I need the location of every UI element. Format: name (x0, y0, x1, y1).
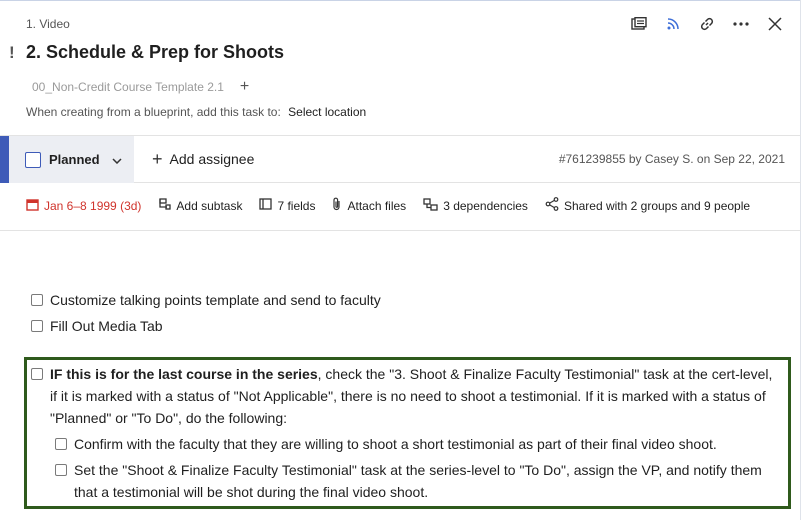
status-checkbox[interactable] (25, 151, 41, 168)
actions-row: Jan 6–8 1999 (3d) Add subtask 7 fields A… (26, 197, 750, 214)
fields-icon (259, 198, 273, 213)
status-dropdown[interactable]: Planned (9, 136, 134, 183)
add-subtask-label: Add subtask (176, 198, 243, 213)
fields-label: 7 fields (277, 198, 316, 213)
status-label: Planned (49, 152, 100, 167)
select-location-link[interactable]: Select location (288, 105, 366, 119)
sub-checklist-item: Confirm with the faculty that they are w… (55, 433, 778, 455)
plus-icon: + (152, 149, 163, 169)
subtask-icon (158, 197, 172, 214)
dependencies-icon (423, 197, 438, 214)
checklist-text[interactable]: Set the "Shoot & Finalize Faculty Testim… (74, 459, 778, 503)
checklist-item-conditional: IF this is for the last course in the se… (31, 363, 774, 429)
share-button[interactable]: Shared with 2 groups and 9 people (545, 197, 750, 214)
checklist-item: Customize talking points template and se… (31, 289, 381, 311)
checklist-checkbox[interactable] (55, 438, 67, 450)
header-toolbar (629, 14, 785, 34)
more-icon[interactable] (731, 14, 751, 34)
calendar-icon (26, 198, 39, 214)
status-accent (0, 136, 9, 183)
top-border (0, 0, 801, 1)
date-button[interactable]: Jan 6–8 1999 (3d) (26, 198, 141, 214)
creating-label: When creating from a blueprint, add this… (26, 105, 281, 119)
add-blueprint-button[interactable]: + (240, 79, 249, 95)
attach-files-button[interactable]: Attach files (332, 197, 406, 214)
importance-marker[interactable]: ! (9, 43, 15, 63)
dependencies-button[interactable]: 3 dependencies (423, 197, 528, 214)
checklist-checkbox[interactable] (31, 294, 43, 306)
checklist-text[interactable]: Fill Out Media Tab (50, 315, 163, 337)
add-assignee-label: Add assignee (169, 151, 255, 167)
widget-icon[interactable] (629, 14, 649, 34)
checklist-text[interactable]: Confirm with the faculty that they are w… (74, 433, 778, 455)
link-icon[interactable] (697, 14, 717, 34)
add-subtask-button[interactable]: Add subtask (158, 197, 243, 214)
status-bar: Planned + Add assignee #761239855 by Cas… (0, 135, 801, 183)
date-label: Jan 6–8 1999 (3d) (44, 198, 142, 213)
breadcrumb[interactable]: 1. Video (26, 17, 70, 31)
share-icon (545, 197, 559, 214)
close-icon[interactable] (765, 14, 785, 34)
task-meta: #761239855 by Casey S. on Sep 22, 2021 (558, 152, 785, 166)
blueprint-row: 00_Non-Credit Course Template 2.1 + (26, 78, 249, 96)
shared-label: Shared with 2 groups and 9 people (563, 198, 751, 213)
paperclip-icon (332, 197, 342, 214)
fields-button[interactable]: 7 fields (259, 198, 315, 213)
checklist-text[interactable]: Customize talking points template and se… (50, 289, 381, 311)
checklist-checkbox[interactable] (31, 368, 43, 380)
blueprint-tag[interactable]: 00_Non-Credit Course Template 2.1 (26, 78, 230, 96)
checklist-checkbox[interactable] (31, 320, 43, 332)
section-divider (0, 230, 801, 231)
page-title[interactable]: 2. Schedule & Prep for Shoots (26, 42, 284, 63)
dependencies-label: 3 dependencies (443, 198, 528, 213)
checklist-text[interactable]: IF this is for the last course in the se… (50, 363, 774, 429)
checklist-checkbox[interactable] (55, 464, 67, 476)
chevron-down-icon (112, 153, 122, 167)
checklist-item: Fill Out Media Tab (31, 315, 163, 337)
creating-row: When creating from a blueprint, add this… (26, 105, 366, 119)
add-assignee-button[interactable]: + Add assignee (152, 150, 254, 168)
rss-icon[interactable] (663, 14, 683, 34)
sub-checklist-item: Set the "Shoot & Finalize Faculty Testim… (55, 459, 778, 503)
attach-files-label: Attach files (347, 198, 407, 213)
condition-bold-text: IF this is for the last course in the se… (50, 366, 318, 382)
